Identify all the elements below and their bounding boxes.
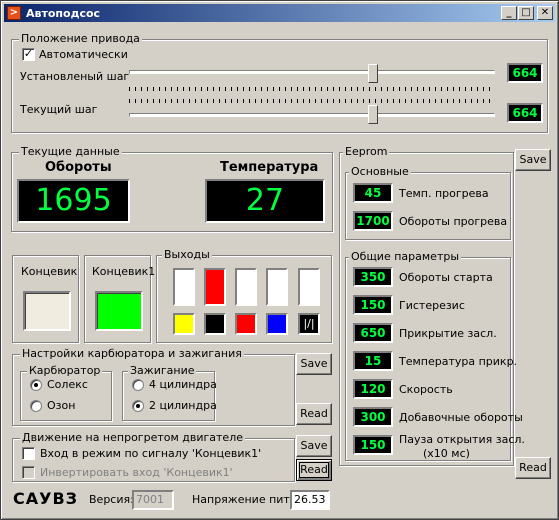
damper-cover-label: Прикрытие засл. <box>399 327 497 340</box>
rpm-display: 1695 <box>17 179 130 223</box>
auto-label: Автоматически <box>39 48 128 61</box>
output-bottom-3 <box>235 313 257 335</box>
carb-read-button[interactable]: Read <box>296 403 332 425</box>
end-switch1-indicator <box>95 291 143 331</box>
cold-engine-title: Движение на непрогретом двигателе <box>20 431 245 444</box>
end-switch-label: Концевик <box>21 265 78 278</box>
main-window: > Автоподсос _ □ ✕ Положение привода ✓ А… <box>0 0 559 520</box>
damper-cover-value: 650 <box>353 323 393 343</box>
output-top-4 <box>266 268 288 306</box>
output-top-2 <box>204 268 226 306</box>
set-step-ticks <box>129 87 491 91</box>
temperature-display: 27 <box>205 179 325 223</box>
signal-mode-checkbox[interactable] <box>22 447 35 460</box>
warmup-rpm-label: Обороты прогрева <box>399 215 508 228</box>
eeprom-save-button[interactable]: Save <box>515 149 551 171</box>
speed-label: Скорость <box>399 383 453 396</box>
set-step-value: 664 <box>507 63 543 83</box>
carb-save-button[interactable]: Save <box>296 353 332 375</box>
2-cylinders-radio[interactable] <box>132 400 144 412</box>
carburetor-title: Карбюратор <box>27 364 103 377</box>
ignition-title: Зажигание <box>128 364 197 377</box>
current-step-value: 664 <box>507 103 543 123</box>
version-field[interactable]: 7001 <box>132 490 174 510</box>
invert-input-checkbox[interactable] <box>22 466 35 479</box>
signal-mode-label: Вход в режим по сигналу 'Концевик1' <box>40 447 262 460</box>
output-bottom-4 <box>266 313 288 335</box>
output-bottom-1 <box>173 313 195 335</box>
current-step-ticks <box>129 99 491 103</box>
warmup-temp-value: 45 <box>353 183 393 203</box>
extra-rpm-value: 300 <box>353 407 393 427</box>
output-top-1 <box>173 268 195 306</box>
close-button[interactable]: ✕ <box>537 6 553 20</box>
set-step-slider-track[interactable] <box>129 70 495 74</box>
hysteresis-label: Гистерезис <box>399 299 465 312</box>
current-step-slider-thumb[interactable] <box>367 105 378 124</box>
4-cylinders-label: 4 цилиндра <box>149 378 217 391</box>
general-params-title: Общие параметры <box>349 250 462 263</box>
set-step-slider-thumb[interactable] <box>367 64 378 83</box>
app-icon: > <box>7 6 21 20</box>
ozon-label: Озон <box>47 399 76 412</box>
drive-position-title: Положение привода <box>19 32 142 45</box>
auto-checkbox[interactable]: ✓ <box>22 48 35 61</box>
maximize-button[interactable]: □ <box>518 6 534 20</box>
end-switch-indicator <box>23 291 71 331</box>
set-step-label: Установленый шаг <box>20 70 130 83</box>
carb-ignition-title: Настройки карбюратора и зажигания <box>20 347 244 360</box>
title-bar[interactable]: > Автоподсос _ □ ✕ <box>4 4 555 22</box>
warmup-temp-label: Темп. прогрева <box>399 187 489 200</box>
output-bottom-5-glyph: |/| <box>303 317 315 330</box>
version-label: Версия: <box>89 493 134 506</box>
open-pause-unit: (x10 мс) <box>423 447 470 460</box>
speed-value: 120 <box>353 379 393 399</box>
voltage-field[interactable]: 26.53 <box>290 490 330 510</box>
output-bottom-2 <box>204 313 226 335</box>
cold-read-button[interactable]: Read <box>296 459 332 481</box>
minimize-button[interactable]: _ <box>501 6 517 20</box>
eeprom-read-button[interactable]: Read <box>515 457 551 479</box>
open-pause-label: Пауза открытия засл. <box>399 433 525 446</box>
solex-label: Солекс <box>47 378 88 391</box>
window-title: Автоподсос <box>26 6 101 20</box>
basic-params-title: Основные <box>349 165 411 178</box>
outputs-title: Выходы <box>162 248 212 261</box>
cover-temp-label: Температура прикр. <box>399 355 518 368</box>
output-top-5 <box>298 268 320 306</box>
warmup-rpm-value: 1700 <box>353 211 393 231</box>
4-cylinders-radio[interactable] <box>132 379 144 391</box>
ozon-radio[interactable] <box>30 400 42 412</box>
invert-input-label: Инвертировать вход 'Концевик1' <box>40 466 233 479</box>
solex-radio[interactable] <box>30 379 42 391</box>
current-data-title: Текущие данные <box>19 145 122 158</box>
end-switch1-label: Концевик1 <box>92 265 156 278</box>
open-pause-value: 150 <box>353 435 393 455</box>
hysteresis-value: 150 <box>353 295 393 315</box>
cover-temp-value: 15 <box>353 351 393 371</box>
start-rpm-label: Обороты старта <box>399 271 493 284</box>
extra-rpm-label: Добавочные обороты <box>399 411 523 424</box>
output-top-3 <box>235 268 257 306</box>
2-cylinders-label: 2 цилиндра <box>149 399 217 412</box>
current-step-slider-track[interactable] <box>129 113 495 117</box>
cold-save-button[interactable]: Save <box>296 435 332 457</box>
brand-label: САУВЗ <box>13 489 79 508</box>
output-bottom-5: |/| <box>298 313 320 335</box>
start-rpm-value: 350 <box>353 267 393 287</box>
rpm-label: Обороты <box>45 160 112 175</box>
voltage-label: Напряжение пит.: <box>192 493 298 506</box>
current-step-label: Текущий шаг <box>20 103 98 116</box>
temperature-label: Температура <box>220 160 319 175</box>
eeprom-title: Eeprom <box>343 145 390 158</box>
